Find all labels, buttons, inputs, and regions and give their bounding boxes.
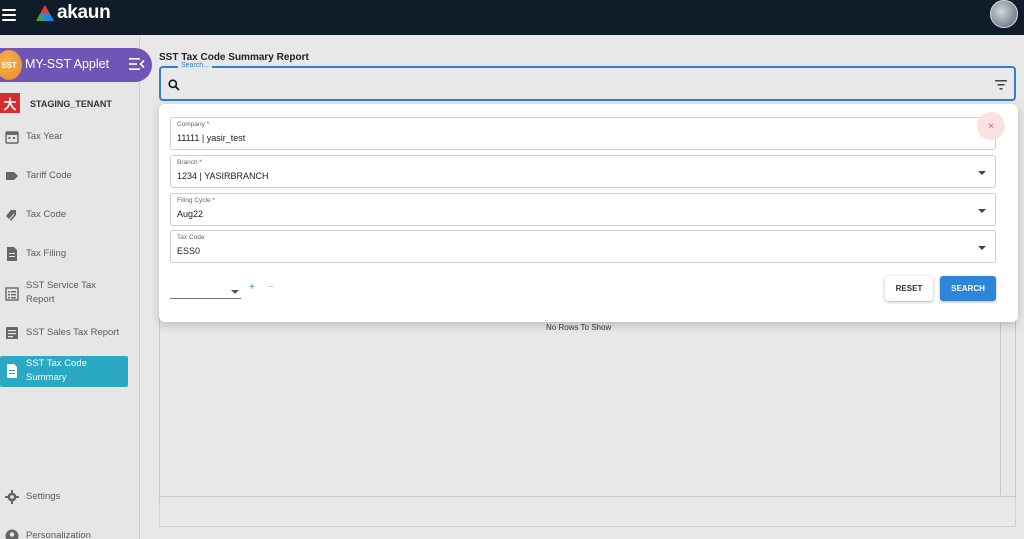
branch-value: 1234 | YASIRBRANCH xyxy=(177,171,269,181)
no-rows-message: No Rows To Show xyxy=(546,323,612,332)
close-icon: × xyxy=(988,120,994,132)
sidebar-item-label: SST Tax Code Summary xyxy=(26,358,87,383)
user-avatar[interactable] xyxy=(990,0,1018,28)
close-button[interactable]: × xyxy=(977,112,1005,140)
tenant-logo-icon: 大 xyxy=(0,93,20,113)
results-grid: No Rows To Show xyxy=(159,312,1016,497)
company-label: Company * xyxy=(177,121,210,128)
filing-cycle-select[interactable]: Filing Cycle * Aug22 xyxy=(170,193,996,226)
sidebar-item-label: Tax Filing xyxy=(26,248,67,259)
filter-icon[interactable] xyxy=(995,80,1007,90)
sidebar-item-tax-filing[interactable]: Tax Filing xyxy=(0,246,128,262)
sidebar-item-tariff-code[interactable]: Tariff Code xyxy=(0,168,128,184)
company-value: 11111 | yasir_test xyxy=(177,133,246,143)
akaun-logo-icon xyxy=(36,5,54,21)
sidebar-item-label: Tariff Code xyxy=(26,170,72,181)
calendar-icon xyxy=(5,131,19,144)
sidebar-item-label: Tax Code xyxy=(26,209,67,220)
sidebar-item-sst-tax-code-summary[interactable]: SST Tax Code Summary xyxy=(0,356,128,387)
akaun-logo[interactable]: akaun xyxy=(36,2,111,24)
menu-icon[interactable] xyxy=(2,9,16,21)
top-app-bar: akaun xyxy=(0,0,1024,35)
remove-filter-button[interactable]: − xyxy=(268,282,274,293)
reset-button[interactable]: RESET xyxy=(885,276,933,301)
tag-icon xyxy=(6,172,18,180)
branch-label: Branch * xyxy=(177,159,202,166)
grid-body: No Rows To Show xyxy=(161,314,1001,495)
filing-cycle-value: Aug22 xyxy=(177,209,204,219)
chevron-down-icon xyxy=(231,290,239,294)
gear-icon xyxy=(5,490,19,504)
search-button[interactable]: SEARCH xyxy=(940,276,996,301)
collapse-menu-icon[interactable] xyxy=(129,58,145,70)
brand-name: akaun xyxy=(57,2,111,23)
applet-header[interactable]: SST MY-SST Applet xyxy=(0,48,152,82)
chevron-down-icon xyxy=(978,209,986,213)
tax-code-select[interactable]: Tax Code ESS0 xyxy=(170,230,996,263)
filing-cycle-label: Filing Cycle * xyxy=(177,197,215,204)
sidebar-item-settings[interactable]: Settings xyxy=(0,489,128,505)
tax-code-label: Tax Code xyxy=(177,234,205,241)
sidebar-item-label: SST Sales Tax Report xyxy=(26,327,120,338)
sidebar-item-sst-sales-tax-report[interactable]: SST Sales Tax Report xyxy=(0,325,128,341)
add-filter-button[interactable]: + xyxy=(249,282,255,293)
additional-filter-select[interactable] xyxy=(170,282,241,299)
tags-icon xyxy=(6,210,16,221)
report-icon xyxy=(6,327,18,339)
sidebar-item-tax-code[interactable]: Tax Code xyxy=(0,207,128,223)
chevron-down-icon xyxy=(978,246,986,250)
chevron-down-icon xyxy=(978,171,986,175)
tenant-selector[interactable]: 大 STAGING_TENANT xyxy=(0,93,140,117)
search-input[interactable]: Search... xyxy=(159,62,1016,101)
sidebar-item-label: Personalization xyxy=(26,530,91,539)
document-icon xyxy=(7,247,17,261)
search-icon xyxy=(168,79,180,91)
sidebar: SST MY-SST Applet 大 STAGING_TENANT Tax Y… xyxy=(0,35,152,539)
company-field[interactable]: Company * 11111 | yasir_test xyxy=(170,117,996,150)
sidebar-item-label: Tax Year xyxy=(26,131,63,142)
applet-title: MY-SST Applet xyxy=(25,57,110,71)
branch-select[interactable]: Branch * 1234 | YASIRBRANCH xyxy=(170,155,996,188)
person-icon xyxy=(5,529,19,539)
sidebar-item-label: SST Service Tax Report xyxy=(26,280,96,305)
tenant-name: STAGING_TENANT xyxy=(30,99,112,109)
sidebar-item-label: Settings xyxy=(26,491,61,502)
document-icon xyxy=(7,364,17,378)
tax-code-value: ESS0 xyxy=(177,246,201,256)
sidebar-item-sst-service-tax-report[interactable]: SST Service Tax Report xyxy=(0,279,128,309)
grid-footer xyxy=(159,497,1016,527)
list-icon xyxy=(5,287,19,301)
sidebar-item-tax-year[interactable]: Tax Year xyxy=(0,129,128,145)
search-filter-panel: Company * 11111 | yasir_test × Branch * … xyxy=(159,104,1018,322)
search-placeholder: Search... xyxy=(178,62,213,69)
sidebar-item-personalization[interactable]: Personalization xyxy=(0,529,128,539)
applet-badge: SST xyxy=(0,50,22,80)
